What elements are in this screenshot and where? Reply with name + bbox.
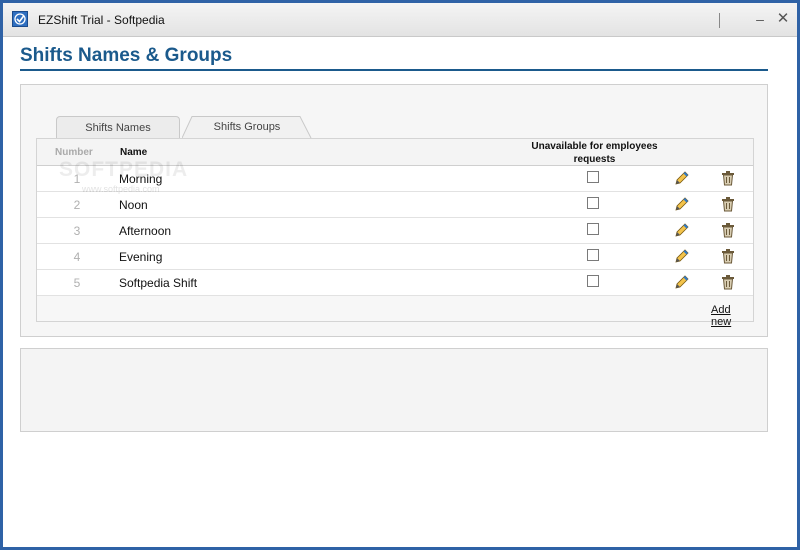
- header-name: Name: [120, 147, 148, 158]
- minimize-button[interactable]: –: [749, 9, 771, 29]
- pencil-icon[interactable]: [674, 248, 690, 264]
- row-number: 5: [73, 276, 81, 290]
- row-name: Softpedia Shift: [119, 276, 198, 290]
- unavailable-checkbox[interactable]: [587, 223, 599, 235]
- title-bar: EZShift Trial - Softpedia – ✕: [3, 3, 797, 37]
- unavailable-checkbox[interactable]: [587, 249, 599, 261]
- trash-icon[interactable]: [721, 222, 735, 238]
- app-window: EZShift Trial - Softpedia – ✕ Shifts Nam…: [0, 0, 800, 550]
- header-unavailable: Unavailable for employees requests: [531, 141, 658, 165]
- add-new-link[interactable]: Add new: [711, 304, 753, 328]
- trash-icon[interactable]: [721, 196, 735, 212]
- tab-shifts-names[interactable]: Shifts Names: [56, 116, 180, 139]
- softpedia-watermark: SOFTPEDIA: [59, 158, 189, 181]
- row-number: 3: [73, 224, 81, 238]
- tab-shifts-groups[interactable]: Shifts Groups: [182, 116, 312, 139]
- row-name: Evening: [119, 250, 163, 264]
- pencil-icon[interactable]: [674, 274, 690, 290]
- trash-icon[interactable]: [721, 274, 735, 290]
- titlebar-separator: [719, 13, 720, 28]
- trash-icon[interactable]: [721, 248, 735, 264]
- unavailable-checkbox[interactable]: [587, 275, 599, 287]
- table-row: 3 Afternoon: [37, 218, 753, 244]
- ezshift-app-icon: [12, 11, 28, 27]
- table-row: 2 Noon: [37, 192, 753, 218]
- table-row: 5 Softpedia Shift: [37, 270, 753, 296]
- pencil-icon[interactable]: [674, 170, 690, 186]
- trash-icon[interactable]: [721, 170, 735, 186]
- softpedia-watermark-url: www.softpedia.com: [82, 184, 160, 194]
- row-number: 2: [73, 198, 81, 212]
- shifts-panel: Shifts Names Shifts Groups Number Name U…: [20, 84, 768, 337]
- title-divider: [20, 69, 768, 71]
- main-content: Shifts Names & Groups Shifts Names Shift…: [3, 37, 797, 547]
- unavailable-checkbox[interactable]: [587, 197, 599, 209]
- close-button[interactable]: ✕: [772, 9, 794, 29]
- unavailable-checkbox[interactable]: [587, 171, 599, 183]
- details-panel: [20, 348, 768, 432]
- window-title: EZShift Trial - Softpedia: [38, 13, 165, 27]
- row-name: Noon: [119, 198, 148, 212]
- page-title: Shifts Names & Groups: [20, 45, 233, 66]
- header-number: Number: [55, 147, 93, 158]
- shifts-table: Number Name Unavailable for employees re…: [36, 138, 754, 328]
- row-number: 4: [73, 250, 81, 264]
- table-row: 4 Evening: [37, 244, 753, 270]
- pencil-icon[interactable]: [674, 196, 690, 212]
- row-name: Afternoon: [119, 224, 172, 238]
- tab-shifts-groups-label: Shifts Groups: [213, 121, 281, 133]
- pencil-icon[interactable]: [674, 222, 690, 238]
